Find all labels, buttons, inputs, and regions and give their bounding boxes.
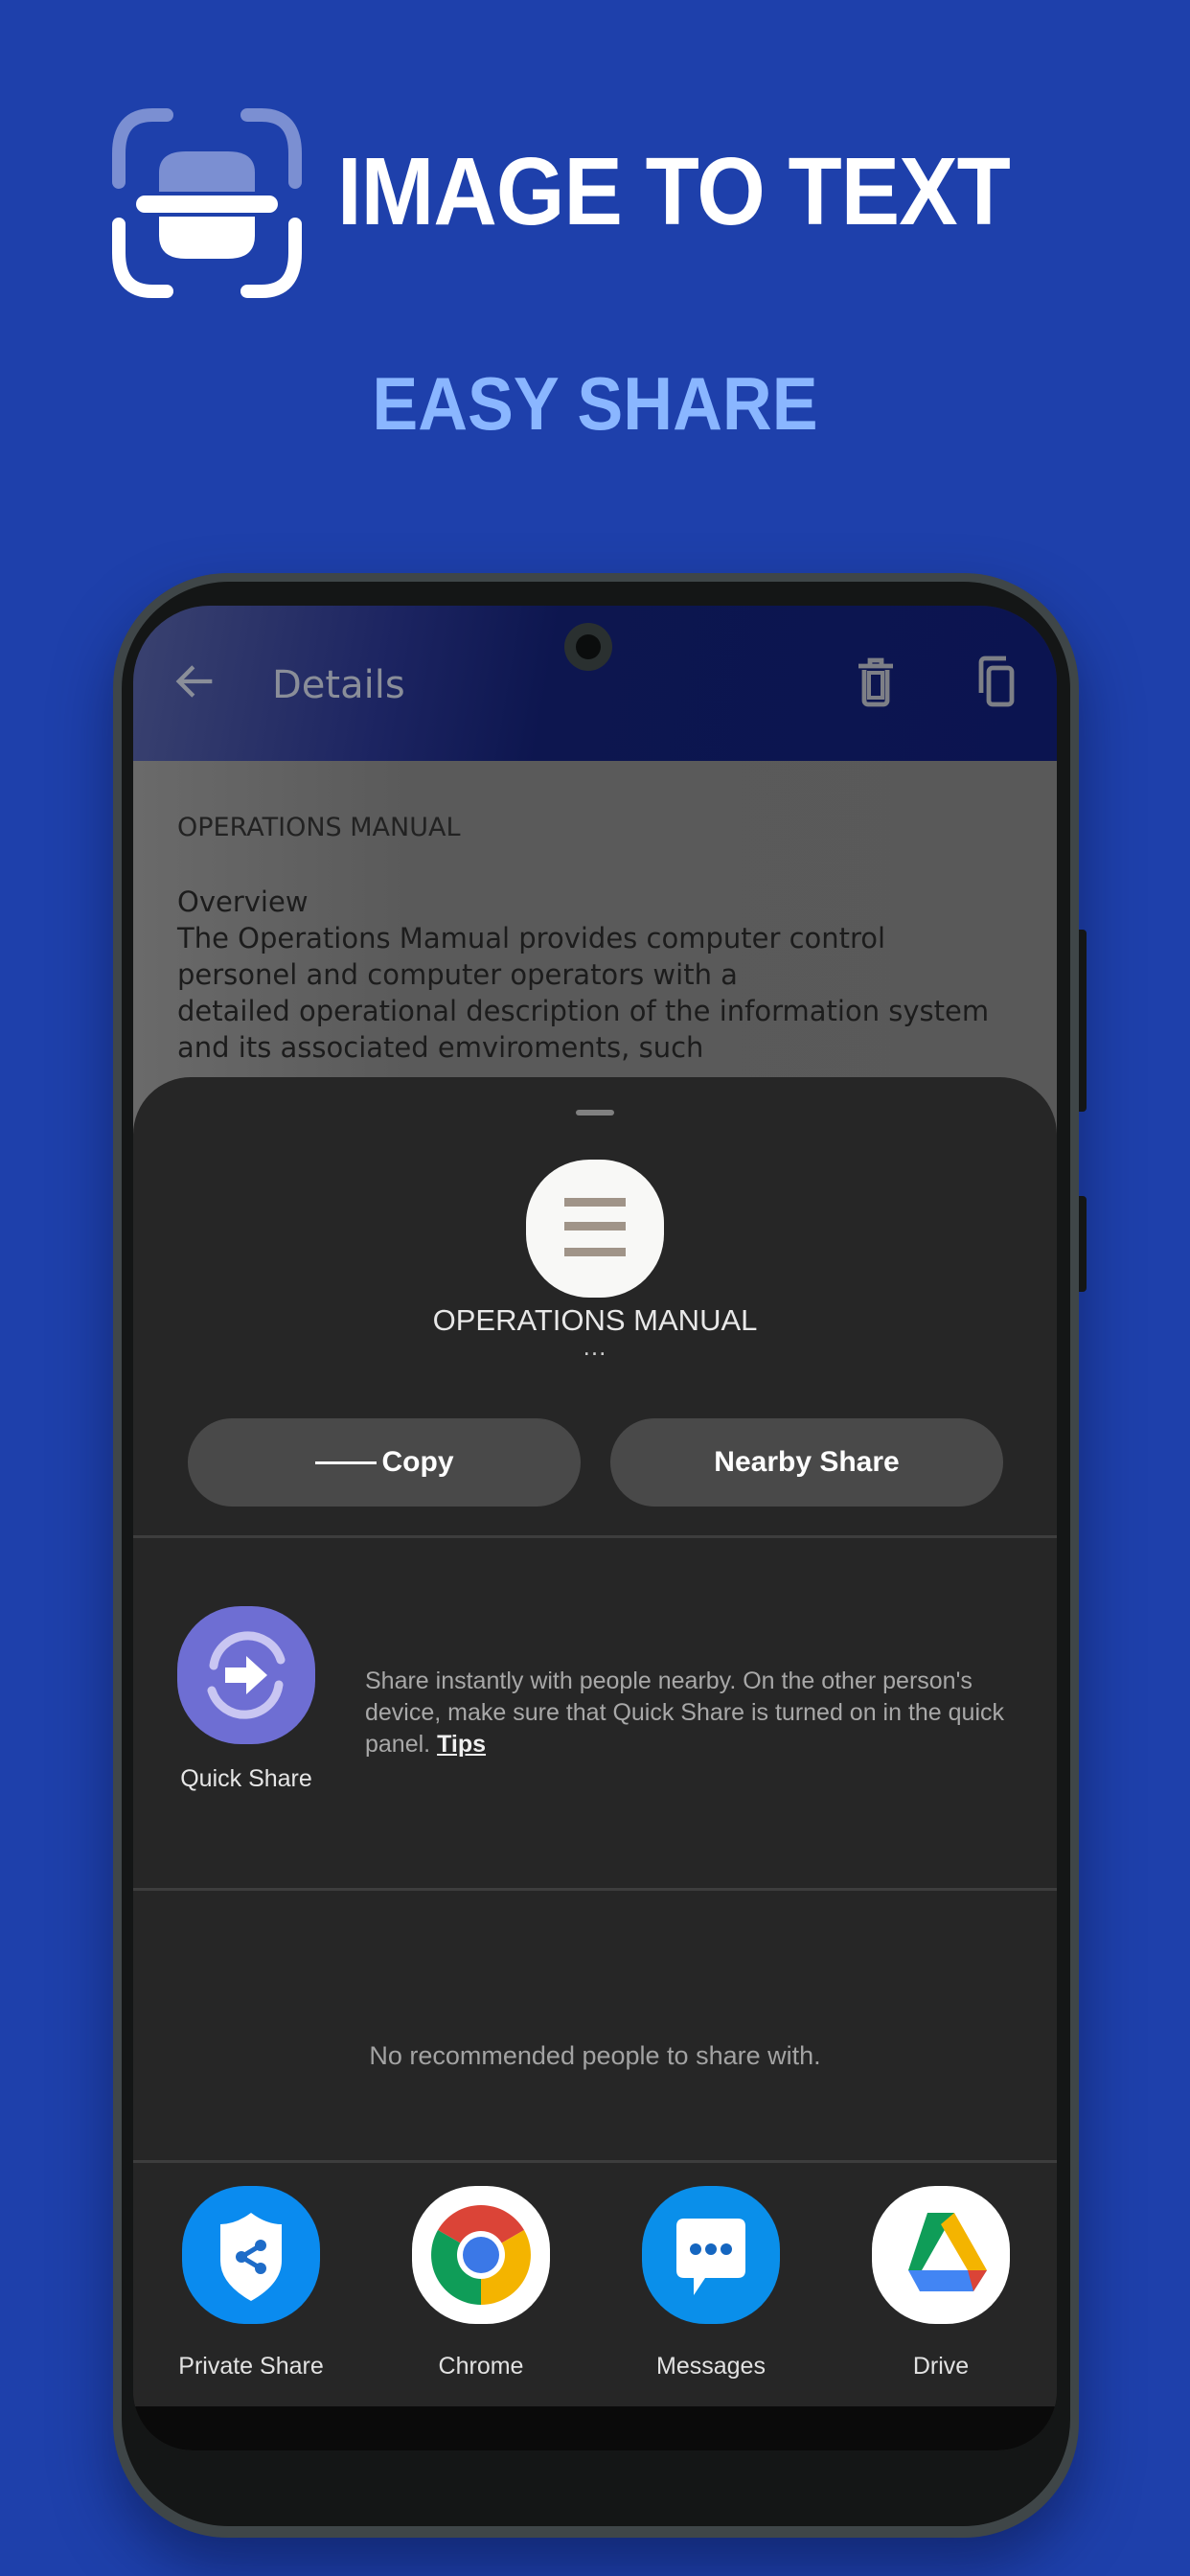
- share-sheet: OPERATIONS MANUAL ... Copy Nearby Share …: [133, 1077, 1057, 2450]
- document-line: and its associated emviroments, such: [177, 1031, 704, 1064]
- document-line: personel and computer operators with a: [177, 958, 738, 991]
- back-button[interactable]: [162, 648, 229, 715]
- nearby-share-button[interactable]: Nearby Share: [610, 1418, 1003, 1506]
- app-messages[interactable]: Messages: [615, 2186, 807, 2380]
- copy-icon: [978, 656, 1015, 707]
- chrome-icon: [412, 2186, 550, 2324]
- delete-button[interactable]: [842, 648, 909, 715]
- app-label: Messages: [656, 2353, 766, 2380]
- messages-icon: [642, 2186, 780, 2324]
- app-private-share[interactable]: Private Share: [155, 2186, 347, 2380]
- app-chrome[interactable]: Chrome: [385, 2186, 577, 2380]
- front-camera: [564, 623, 612, 671]
- divider: [133, 1535, 1057, 1538]
- nearby-share-label: Nearby Share: [714, 1446, 900, 1478]
- divider: [133, 1888, 1057, 1891]
- document-heading: OPERATIONS MANUAL: [177, 813, 461, 842]
- app-label: Private Share: [178, 2353, 324, 2380]
- trash-icon: [858, 657, 893, 707]
- document-line: Overview: [177, 886, 309, 918]
- app-label: Drive: [912, 2353, 970, 2380]
- power-button: [1079, 1196, 1087, 1292]
- document-line: The Operations Mamual provides computer …: [177, 922, 886, 954]
- hero-subtitle: EASY SHARE: [372, 361, 818, 446]
- phone-screen: Details OPERATIONS MANUAL Overview The O…: [133, 606, 1057, 2450]
- app-bar: Details: [133, 606, 1057, 761]
- page-title: Details: [272, 663, 405, 707]
- volume-button: [1079, 930, 1087, 1112]
- tips-link[interactable]: Tips: [437, 1731, 486, 1758]
- no-people-message: No recommended people to share with.: [369, 2041, 821, 2070]
- drag-handle[interactable]: [576, 1110, 614, 1116]
- quick-share-description: Share instantly with people nearby. On t…: [365, 1666, 1017, 1760]
- app-label: Chrome: [438, 2353, 524, 2380]
- hero-title: IMAGE TO TEXT: [337, 138, 1011, 245]
- document-line: detailed operational description of the …: [177, 995, 990, 1027]
- copy-label: Copy: [381, 1446, 454, 1478]
- quick-share-icon: [207, 1631, 286, 1719]
- navigation-bar: [133, 2406, 1057, 2450]
- document-body: Overview The Operations Mamual provides …: [177, 884, 1020, 1066]
- copy-button[interactable]: [963, 648, 1030, 715]
- preview-more: ...: [583, 1332, 607, 1361]
- private-share-icon: [182, 2186, 320, 2324]
- copy-dash-icon: [314, 1460, 377, 1464]
- arrow-left-icon: [175, 665, 213, 698]
- divider: [133, 2160, 1057, 2163]
- quick-share-button[interactable]: [177, 1606, 315, 1744]
- copy-button[interactable]: Copy: [188, 1418, 581, 1506]
- drive-icon: [872, 2186, 1010, 2324]
- quick-share-label: Quick Share: [180, 1765, 312, 1792]
- scan-text-icon: [112, 108, 302, 298]
- app-drive[interactable]: Drive: [845, 2186, 1037, 2380]
- text-file-icon: [526, 1160, 664, 1298]
